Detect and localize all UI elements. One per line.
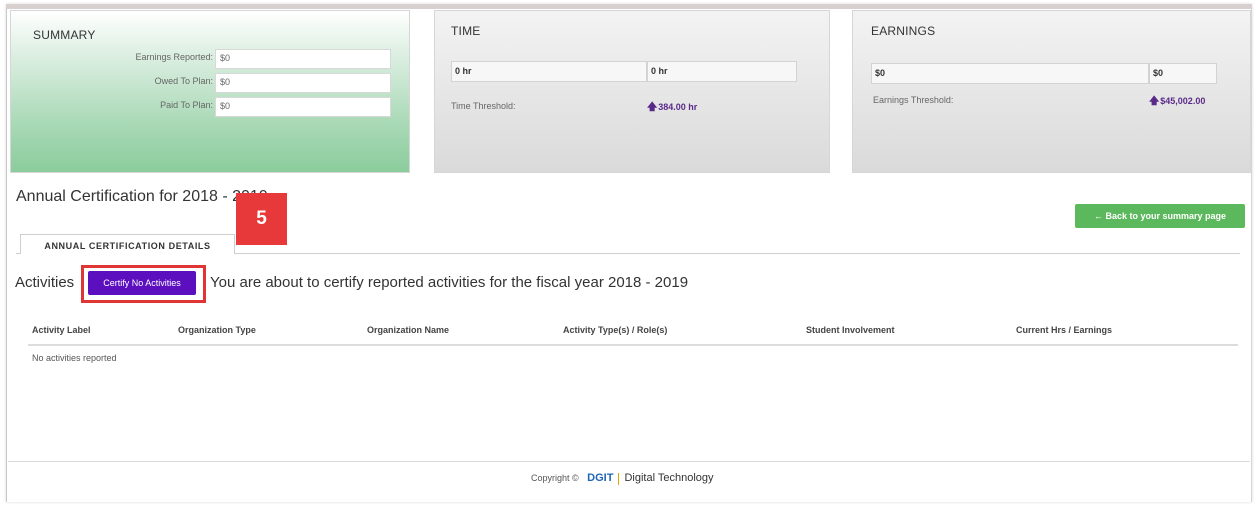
time-threshold-value: 🡅384.00 hr <box>647 100 697 117</box>
earnings-panel: EARNINGS $0 $0 Earnings Threshold: 🡅$45,… <box>852 10 1251 173</box>
owed-to-plan-field: $0 <box>215 73 391 93</box>
summary-title: SUMMARY <box>33 28 96 42</box>
footer: Copyright © DGIT Digital Technology <box>531 472 714 485</box>
summary-panel: SUMMARY Earnings Reported: $0 Owed To Pl… <box>10 10 410 173</box>
paid-to-plan-field: $0 <box>215 97 391 117</box>
footer-divider <box>8 461 1250 462</box>
footer-separator <box>618 472 620 485</box>
column-header-organization-name: Organization Name <box>367 325 450 335</box>
column-header-student-involvement: Student Involvement <box>806 325 895 335</box>
time-threshold-number: 384.00 hr <box>658 102 698 112</box>
summary-row-label: Owed To Plan: <box>154 76 213 86</box>
time-field-1: 0 hr <box>451 61 647 82</box>
step-badge: 5 <box>236 193 287 245</box>
certify-message: You are about to certify reported activi… <box>210 274 689 291</box>
earnings-threshold-label: Earnings Threshold: <box>873 95 954 105</box>
earnings-title: EARNINGS <box>871 24 936 38</box>
column-header-current-hrs-earnings: Current Hrs / Earnings <box>1016 325 1113 335</box>
column-header-organization-type: Organization Type <box>178 325 256 335</box>
earnings-threshold-value: 🡅$45,002.00 <box>1149 94 1205 111</box>
time-title: TIME <box>451 24 481 38</box>
earnings-field-1: $0 <box>871 63 1149 84</box>
copyright-text: Copyright © <box>531 473 579 483</box>
earnings-threshold-number: $45,002.00 <box>1160 96 1206 106</box>
table-header-divider <box>28 344 1238 346</box>
column-header-activity-label: Activity Label <box>32 325 91 335</box>
time-field-2: 0 hr <box>647 61 797 82</box>
certify-no-activities-button[interactable]: Certify No Activities <box>88 271 196 295</box>
arrow-up-icon: 🡅 <box>647 102 658 113</box>
summary-row-paid-to-plan: Paid To Plan: $0 <box>11 97 391 117</box>
earnings-field-2: $0 <box>1149 63 1217 84</box>
tab-annual-certification-details[interactable]: ANNUAL CERTIFICATION DETAILS <box>20 234 235 254</box>
company-name: Digital Technology <box>624 472 714 484</box>
page-title: Annual Certification for 2018 - 2019 <box>16 188 268 205</box>
time-panel: TIME 0 hr 0 hr Time Threshold: 🡅384.00 h… <box>434 10 830 173</box>
summary-row-label: Paid To Plan: <box>160 100 213 110</box>
time-threshold-label: Time Threshold: <box>451 101 516 111</box>
summary-row-owed-to-plan: Owed To Plan: $0 <box>11 73 391 93</box>
top-border <box>6 4 1252 9</box>
column-header-activity-type: Activity Type(s) / Role(s) <box>563 325 668 335</box>
summary-row-label: Earnings Reported: <box>135 52 213 62</box>
arrow-up-icon: 🡅 <box>1149 96 1160 107</box>
dgit-logo: DGIT <box>587 472 614 484</box>
summary-row-earnings-reported: Earnings Reported: $0 <box>11 49 391 69</box>
back-to-summary-button[interactable]: ← Back to your summary page <box>1075 204 1245 228</box>
activities-label: Activities <box>15 274 75 291</box>
earnings-reported-field: $0 <box>215 49 391 69</box>
empty-table-message: No activities reported <box>32 353 117 363</box>
